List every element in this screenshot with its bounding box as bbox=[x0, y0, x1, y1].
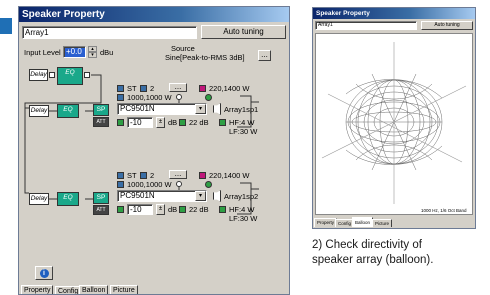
unit1-att-spinner[interactable]: ± bbox=[156, 117, 165, 128]
unit2-lf: LF:30 W bbox=[229, 214, 258, 223]
unit1-browse-button[interactable]: ... bbox=[169, 83, 187, 92]
unit2-hf: HF:4 W bbox=[229, 205, 255, 214]
unit2-att-input[interactable]: -10 bbox=[127, 204, 153, 215]
unit2-channel: 2 bbox=[150, 171, 155, 180]
unit2-gain-icon bbox=[179, 206, 186, 213]
unit1-att-icon bbox=[117, 119, 124, 126]
unit2-gain: 22 dB bbox=[189, 205, 209, 214]
balloon-tab-picture[interactable]: Picture bbox=[372, 219, 393, 227]
unit1-gain-icon bbox=[179, 119, 186, 126]
unit2-status-indicator bbox=[205, 181, 212, 188]
page: Speaker Property Array1 Auto tuning Inpu… bbox=[0, 0, 490, 295]
unit2-channel-icon bbox=[140, 172, 147, 179]
tab-property[interactable]: Property bbox=[21, 285, 54, 294]
tab-picture[interactable]: Picture bbox=[110, 285, 138, 294]
unit1-att-unit: dB bbox=[168, 118, 178, 127]
unit1-hf-icon bbox=[219, 119, 226, 126]
unit2-model-dropdown-icon[interactable]: ▾ bbox=[195, 191, 206, 201]
unit2-browse-button[interactable]: ... bbox=[169, 170, 187, 179]
caption-line-2: speaker array (balloon). bbox=[312, 254, 434, 266]
tab-balloon[interactable]: Balloon bbox=[79, 285, 109, 294]
unit1-channel: 2 bbox=[150, 84, 155, 93]
unit2-att-icon bbox=[117, 206, 124, 213]
unit2-att-block[interactable]: ATT bbox=[93, 205, 109, 215]
unit1-output-name: Array1sp1 bbox=[224, 105, 259, 114]
balloon-tab-balloon[interactable]: Balloon bbox=[352, 217, 374, 227]
figure-caption: 2) Check directivity of speaker array (b… bbox=[312, 238, 490, 268]
unit1-status-indicator bbox=[205, 94, 212, 101]
unit2-power: 1000,1000 W bbox=[127, 180, 172, 189]
balloon-wireframe bbox=[321, 42, 467, 204]
unit1-model-select[interactable]: PC9501N bbox=[117, 103, 207, 115]
unit2-eq-block[interactable]: EQ bbox=[57, 192, 79, 206]
unit1-channel-icon bbox=[140, 85, 147, 92]
balloon-band-label: 1000 Hz, 1/6 Oct Band bbox=[421, 208, 467, 213]
speaker-property-window: Speaker Property Array1 Auto tuning Inpu… bbox=[18, 6, 290, 295]
unit1-speaker-power: 220,1400 W bbox=[209, 84, 250, 93]
signal-wiring bbox=[24, 74, 259, 215]
unit2-speaker-icon bbox=[199, 172, 206, 179]
tab-config[interactable]: Config bbox=[55, 286, 82, 294]
balloon-array-name-field[interactable]: Array1 bbox=[315, 21, 417, 30]
balloon-plot-area[interactable] bbox=[315, 33, 473, 215]
unit2-sp-block[interactable]: SP bbox=[93, 192, 109, 204]
unit1-st-icon bbox=[117, 85, 124, 92]
unit2-st-icon bbox=[117, 172, 124, 179]
unit2-speaker-power: 220,1400 W bbox=[209, 171, 250, 180]
unit1-indicator-circle bbox=[176, 94, 182, 100]
unit1-sp-block[interactable]: SP bbox=[93, 104, 109, 116]
unit2-output-name: Array1sp2 bbox=[224, 192, 259, 201]
caption-line-1: 2) Check directivity of bbox=[312, 239, 422, 251]
unit2-hf-icon bbox=[219, 206, 226, 213]
unit1-gain: 22 dB bbox=[189, 118, 209, 127]
unit1-st-label: ST bbox=[127, 84, 137, 93]
unit2-att-spinner[interactable]: ± bbox=[156, 204, 165, 215]
unit1-power: 1000,1000 W bbox=[127, 93, 172, 102]
unit1-model-dropdown-icon[interactable]: ▾ bbox=[195, 104, 206, 114]
unit2-model-select[interactable]: PC9501N bbox=[117, 190, 207, 202]
blue-bullet-marker bbox=[0, 18, 12, 34]
unit1-delay-block[interactable]: Delay bbox=[29, 105, 49, 117]
unit1-speaker-icon bbox=[199, 85, 206, 92]
unit2-delay-block[interactable]: Delay bbox=[29, 193, 49, 205]
unit1-power-icon bbox=[117, 94, 124, 101]
info-button[interactable]: i bbox=[35, 266, 53, 280]
unit2-power-icon bbox=[117, 181, 124, 188]
balloon-window-title: Speaker Property bbox=[313, 8, 475, 19]
balloon-tab-property[interactable]: Property bbox=[314, 218, 338, 227]
unit1-eq-block[interactable]: EQ bbox=[57, 104, 79, 118]
unit1-att-block[interactable]: ATT bbox=[93, 117, 109, 127]
unit1-att-input[interactable]: -10 bbox=[127, 117, 153, 128]
unit1-lf: LF:30 W bbox=[229, 127, 258, 136]
unit2-st-label: ST bbox=[127, 171, 137, 180]
balloon-auto-tuning-button[interactable]: Auto tuning bbox=[421, 21, 473, 30]
unit2-att-unit: dB bbox=[168, 205, 178, 214]
balloon-view-window: Speaker Property Array1 Auto tuning 1000… bbox=[312, 7, 476, 229]
unit1-hf: HF:4 W bbox=[229, 118, 255, 127]
info-icon: i bbox=[39, 269, 49, 278]
unit2-indicator-circle bbox=[176, 181, 182, 187]
